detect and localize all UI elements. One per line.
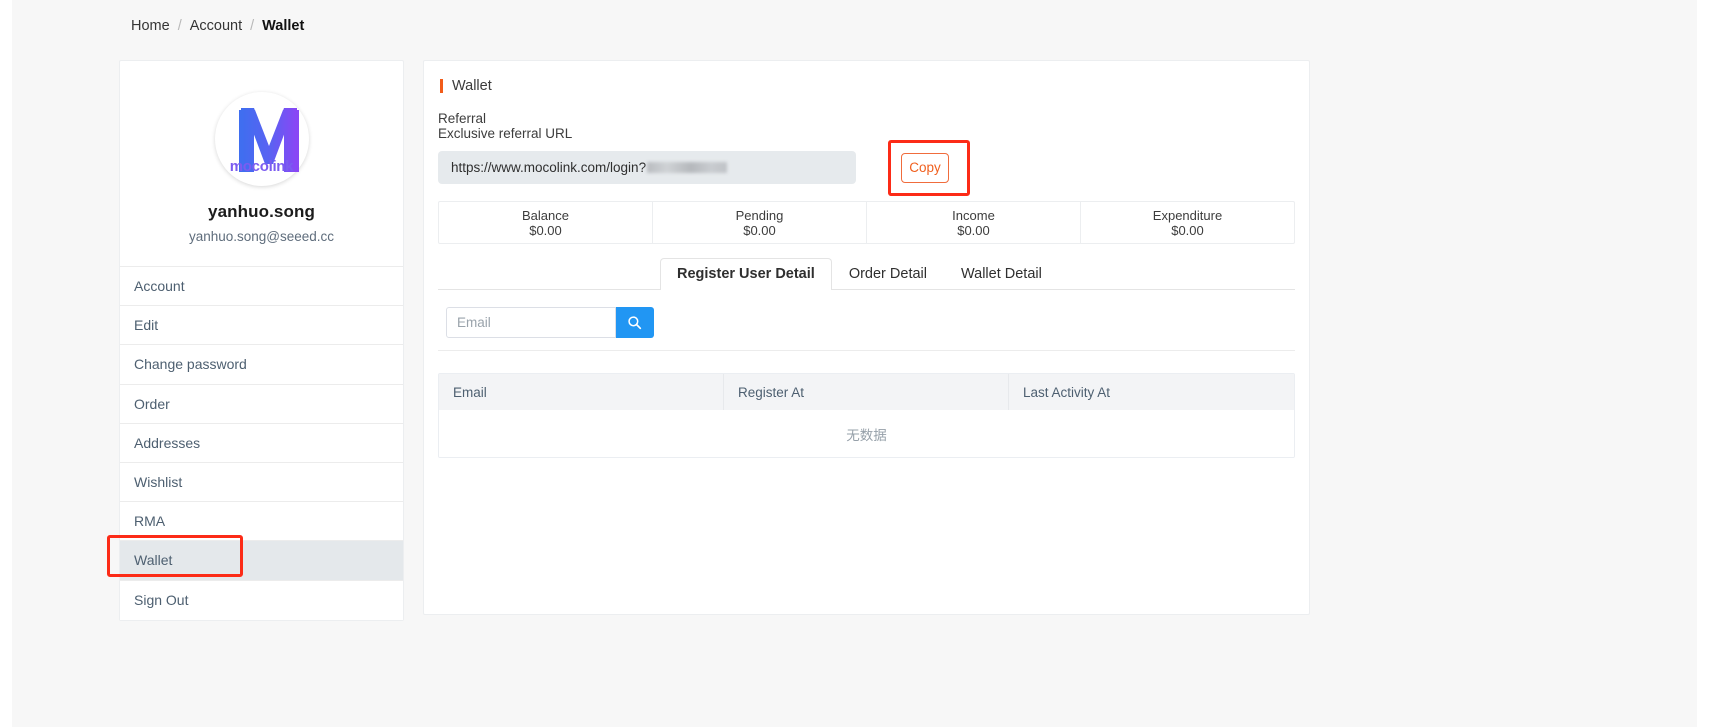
breadcrumb: Home / Account / Wallet	[12, 0, 1697, 52]
search-icon	[627, 315, 642, 330]
sidebar-item-addresses[interactable]: Addresses	[120, 424, 403, 463]
table-header-register-at: Register At	[724, 374, 1009, 410]
stat-value: $0.00	[529, 223, 562, 238]
tab-register-user-detail[interactable]: Register User Detail	[660, 258, 832, 289]
sidebar-item-account[interactable]: Account	[120, 267, 403, 306]
stat-label: Pending	[736, 208, 784, 223]
page-root: Home / Account / Wallet	[0, 0, 1709, 727]
wallet-panel: Wallet Referral Exclusive referral URL h…	[423, 60, 1310, 615]
sidebar-item-wallet[interactable]: Wallet	[120, 541, 403, 580]
logo-wordmark: mocolink	[215, 158, 309, 175]
stat-expenditure: Expenditure $0.00	[1081, 202, 1294, 243]
profile-email: yanhuo.song@seeed.cc	[189, 229, 334, 244]
breadcrumb-item-account[interactable]: Account	[190, 18, 242, 34]
referral-subheading: Exclusive referral URL	[438, 126, 1309, 142]
copy-button[interactable]: Copy	[901, 153, 949, 183]
sidebar-item-change-password[interactable]: Change password	[120, 345, 403, 384]
breadcrumb-separator: /	[250, 18, 254, 34]
stat-value: $0.00	[1171, 223, 1204, 238]
tab-order-detail[interactable]: Order Detail	[832, 258, 944, 289]
sidebar-item-sign-out[interactable]: Sign Out	[120, 581, 403, 620]
stat-balance: Balance $0.00	[439, 202, 653, 243]
stat-value: $0.00	[743, 223, 776, 238]
accent-bar-icon	[440, 79, 443, 93]
tab-wallet-detail[interactable]: Wallet Detail	[944, 258, 1059, 289]
account-menu: Account Edit Change password Order Addre…	[120, 267, 403, 620]
stat-label: Income	[952, 208, 995, 223]
referral-heading: Referral	[438, 111, 1309, 126]
search-row	[446, 307, 1309, 338]
sidebar-item-rma[interactable]: RMA	[120, 502, 403, 541]
page-title: Wallet	[452, 78, 492, 94]
table-header-email: Email	[439, 374, 724, 410]
sidebar-item-order[interactable]: Order	[120, 385, 403, 424]
register-user-table: Email Register At Last Activity At 无数据	[438, 373, 1295, 458]
breadcrumb-item-wallet: Wallet	[262, 18, 304, 34]
table-header-row: Email Register At Last Activity At	[439, 374, 1294, 410]
table-empty-state: 无数据	[439, 410, 1294, 457]
sidebar-item-edit[interactable]: Edit	[120, 306, 403, 345]
breadcrumb-item-home[interactable]: Home	[131, 18, 170, 34]
panel-header: Wallet	[440, 78, 1309, 94]
breadcrumb-separator: /	[178, 18, 182, 34]
referral-url-text: https://www.mocolink.com/login?	[451, 160, 646, 175]
search-input[interactable]	[446, 307, 616, 338]
avatar: mocolink	[215, 92, 309, 186]
profile-summary: mocolink yanhuo.song yanhuo.song@seeed.c…	[120, 61, 403, 267]
detail-tabs: Register User Detail Order Detail Wallet…	[438, 259, 1295, 290]
stat-income: Income $0.00	[867, 202, 1081, 243]
table-header-last-activity-at: Last Activity At	[1009, 374, 1294, 410]
stat-label: Balance	[522, 208, 569, 223]
wallet-stats: Balance $0.00 Pending $0.00 Income $0.00…	[438, 201, 1295, 244]
referral-url-row: https://www.mocolink.com/login? Copy	[438, 151, 1309, 184]
profile-name: yanhuo.song	[208, 202, 315, 222]
search-divider	[438, 350, 1295, 351]
referral-url-field[interactable]: https://www.mocolink.com/login?	[438, 151, 856, 184]
search-button[interactable]	[616, 307, 654, 338]
stat-label: Expenditure	[1153, 208, 1222, 223]
account-sidebar: mocolink yanhuo.song yanhuo.song@seeed.c…	[119, 60, 404, 621]
stat-pending: Pending $0.00	[653, 202, 867, 243]
copy-button-wrapper: Copy	[901, 153, 949, 183]
stat-value: $0.00	[957, 223, 990, 238]
redacted-token	[647, 162, 727, 173]
sidebar-item-wishlist[interactable]: Wishlist	[120, 463, 403, 502]
